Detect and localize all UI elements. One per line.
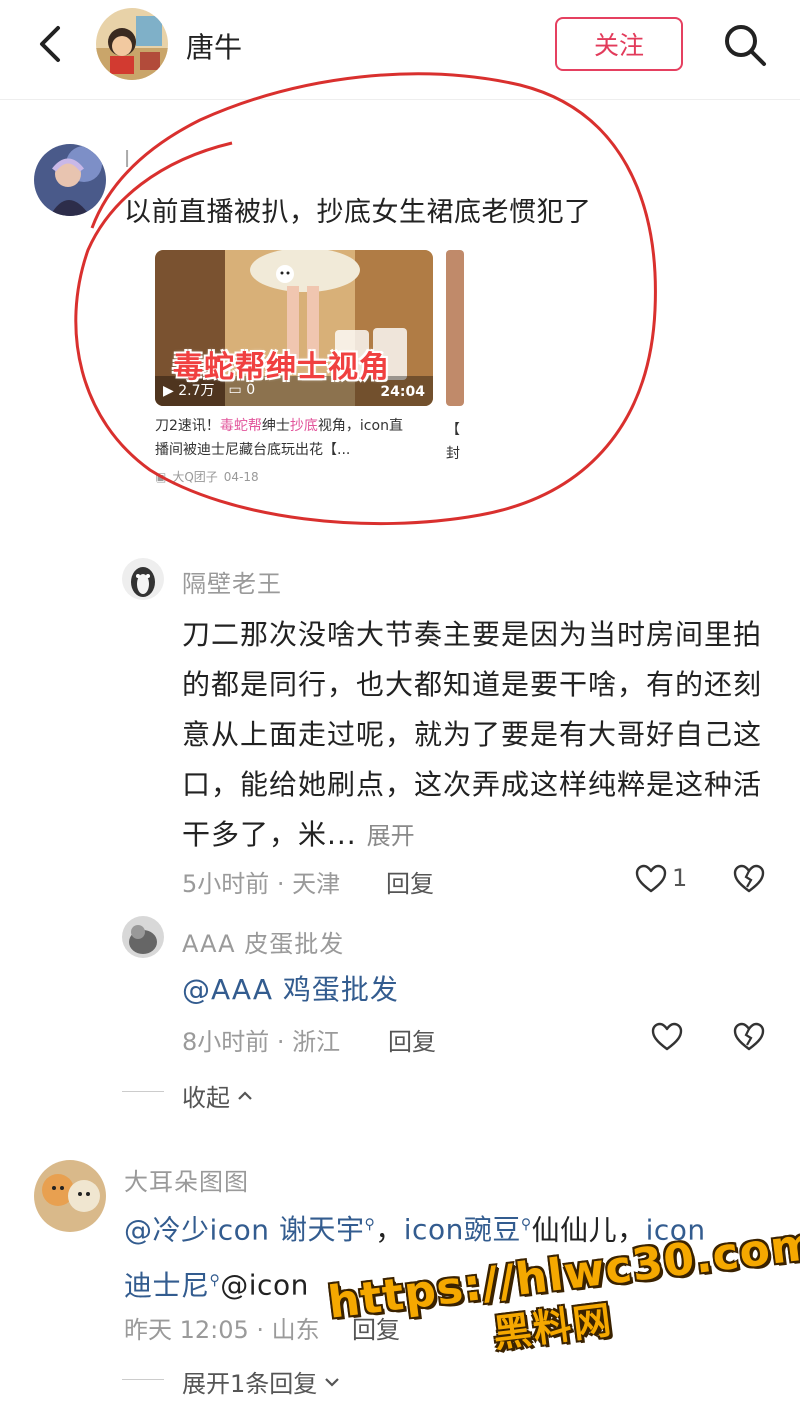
uploader-icon: ▣ <box>155 469 167 484</box>
collapse-divider <box>122 1091 164 1092</box>
commenter-avatar[interactable] <box>34 144 106 216</box>
reply-button[interactable]: 回复 <box>388 1022 436 1057</box>
comment-time-location: 昨天 12:05 · 山东 <box>124 1316 320 1344</box>
reply-username[interactable]: 隔壁老王 <box>182 564 282 599</box>
search-icon[interactable] <box>720 20 770 70</box>
reply-avatar[interactable] <box>122 558 164 600</box>
play-icon: ▶ <box>163 383 174 399</box>
video-card-partial[interactable]: 【雪 封 <box>446 250 464 480</box>
top-bar: 唐牛 关注 <box>0 0 800 100</box>
commenter-username[interactable]: 大耳朵图图 <box>124 1162 249 1197</box>
comment-text: 以前直播被扒，抄底女生裙底老惯犯了 <box>124 197 592 228</box>
video-duration: 24:04 <box>380 384 425 400</box>
danmaku-count: ▭ 0 <box>228 382 256 398</box>
expand-replies-button[interactable]: 展开1条回复 <box>182 1364 341 1399</box>
reply-avatar[interactable] <box>122 916 164 958</box>
chevron-up-icon <box>238 1090 252 1100</box>
reply-time-location: 8小时前 · 浙江 <box>182 1028 341 1056</box>
search-keyword-link[interactable]: icon豌豆⚲ <box>404 1213 532 1246</box>
header-divider <box>0 99 800 100</box>
reply-text: 刀二那次没啥大节奏主要是因为当时房间里拍的都是同行，也大都知道是要干啥，有的还刻… <box>182 618 763 851</box>
back-arrow-icon[interactable] <box>30 22 74 66</box>
reply-username[interactable]: AAA 皮蛋批发 <box>182 924 344 959</box>
expand-text-link[interactable]: 展开 <box>367 822 415 850</box>
reply-mention-text[interactable]: @AAA 鸡蛋批发 <box>182 968 399 1008</box>
search-icon: ⚲ <box>520 1217 532 1233</box>
commenter-username[interactable]: l <box>124 148 130 173</box>
author-name[interactable]: 唐牛 <box>186 26 242 66</box>
like-heart-icon[interactable] <box>634 862 668 896</box>
video-description[interactable]: 刀2速讯！毒蛇帮绅士抄底视角，icon直播间被迪士尼藏台底玩出花【... <box>155 414 405 462</box>
video-stats: ▶ 2.7万 ▭ 0 <box>163 380 255 400</box>
collapse-replies-button[interactable]: 收起 <box>182 1078 254 1113</box>
play-count: ▶ 2.7万 <box>163 383 215 399</box>
search-keyword-link[interactable]: 迪士尼⚲ <box>124 1269 220 1302</box>
mention-link[interactable]: @icon <box>220 1269 309 1302</box>
video-thumbnail[interactable]: 毒蛇帮绅士视角 ▶ 2.7万 ▭ 0 24:04 <box>155 250 433 406</box>
video-uploader: ▣ 大Q团子 04-18 <box>155 469 259 485</box>
commenter-avatar[interactable] <box>34 1160 106 1232</box>
danmaku-icon: ▭ <box>228 382 242 398</box>
search-icon: ⚲ <box>209 1272 221 1289</box>
reply-button[interactable]: 回复 <box>386 864 434 899</box>
follow-button[interactable]: 关注 <box>555 17 683 71</box>
search-icon: ⚲ <box>364 1217 376 1233</box>
like-count: 1 <box>672 864 688 892</box>
dislike-broken-heart-icon[interactable] <box>732 862 766 896</box>
mention-link[interactable]: @冷少icon <box>124 1213 270 1246</box>
dislike-broken-heart-icon[interactable] <box>732 1020 766 1054</box>
author-avatar[interactable] <box>96 8 168 80</box>
reply-time-location: 5小时前 · 天津 <box>182 870 341 898</box>
expand-divider <box>122 1379 164 1380</box>
video-card[interactable]: 毒蛇帮绅士视角 ▶ 2.7万 ▭ 0 24:04 刀2速讯！毒蛇帮绅士抄底视角，… <box>155 250 433 485</box>
like-heart-icon[interactable] <box>650 1020 684 1054</box>
search-keyword-link[interactable]: 谢天宇⚲ <box>279 1213 375 1246</box>
